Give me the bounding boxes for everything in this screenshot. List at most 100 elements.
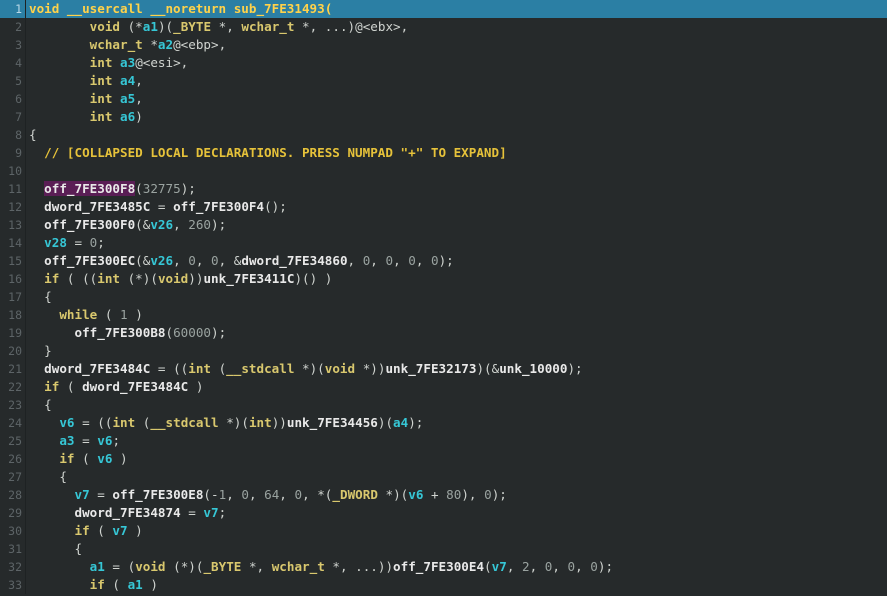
code-line[interactable]: 19 off_7FE300B8(60000); [0,324,887,342]
code-line[interactable]: 4 int a3@<esi>, [0,54,887,72]
gutter-separator [25,252,26,270]
gutter-separator [25,36,26,54]
code-text: v28 = 0; [29,234,105,252]
code-line[interactable]: 32 a1 = (void (*)(_BYTE *, wchar_t *, ..… [0,558,887,576]
pseudocode-editor[interactable]: 1 void __usercall __noreturn sub_7FE31493… [0,0,887,596]
code-token: { [29,289,52,304]
code-token: 60000 [173,325,212,340]
code-line[interactable]: 20 } [0,342,887,360]
code-text: { [29,288,52,306]
code-token: )) [271,415,287,430]
code-line[interactable]: 31 { [0,540,887,558]
code-token: = (( [74,415,113,430]
code-token: { [29,469,67,484]
code-token: 260 [188,217,212,232]
code-lines: 1 void __usercall __noreturn sub_7FE31493… [0,0,887,594]
code-token: *)) [355,361,386,376]
code-text: { [29,540,82,558]
gutter-separator [25,342,26,360]
code-line[interactable]: 9 // [COLLAPSED LOCAL DECLARATIONS. PRES… [0,144,887,162]
code-token: int [112,415,136,430]
code-line[interactable]: 8{ [0,126,887,144]
code-token: ); [597,559,614,574]
code-token: , [173,217,189,232]
code-line[interactable]: 6 int a5, [0,90,887,108]
code-line[interactable]: 17 { [0,288,887,306]
code-token: ) [127,307,143,322]
code-line[interactable]: 15 off_7FE300EC(&v26, 0, 0, &dword_7FE34… [0,252,887,270]
code-token: ; [97,235,105,250]
code-token: , [552,559,568,574]
code-line[interactable]: 28 v7 = off_7FE300E8(-1, 0, 64, 0, *(_DW… [0,486,887,504]
code-line[interactable]: 2 void (*a1)(_BYTE *, wchar_t *, ...)@<e… [0,18,887,36]
code-line[interactable]: 7 int a6) [0,108,887,126]
line-number: 4 [15,56,22,70]
code-line[interactable]: 3 wchar_t *a2@<ebp>, [0,36,887,54]
code-token: wchar_t [271,559,325,574]
code-line[interactable]: 33 if ( a1 ) [0,576,887,594]
code-token: v26 [150,217,174,232]
code-token: ); [408,415,424,430]
gutter-separator [25,486,26,504]
code-text: void __usercall __noreturn sub_7FE31493( [29,0,332,18]
code-token: a4 [120,73,136,88]
code-token: v26 [150,253,174,268]
code-line[interactable]: 11 off_7FE300F8(32775); [0,180,887,198]
code-token: ); [211,217,227,232]
code-token: 0 [484,487,492,502]
line-number: 28 [8,488,22,502]
code-line[interactable]: 22 if ( dword_7FE3484C ) [0,378,887,396]
code-line[interactable]: 13 off_7FE300F0(&v26, 260); [0,216,887,234]
code-token: void [157,271,189,286]
code-text: void (*a1)(_BYTE *, wchar_t *, ...)@<ebx… [29,18,409,36]
code-line[interactable]: 16 if ( ((int (*)(void))unk_7FE3411C)() … [0,270,887,288]
code-line[interactable]: 23 { [0,396,887,414]
code-token: __stdcall [226,361,295,376]
code-token: unk_10000 [499,361,568,376]
code-line[interactable]: 14 v28 = 0; [0,234,887,252]
code-line[interactable]: 25 a3 = v6; [0,432,887,450]
code-token: , [173,253,189,268]
code-line[interactable]: 1 void __usercall __noreturn sub_7FE31493… [0,0,887,18]
code-line[interactable]: 30 if ( v7 ) [0,522,887,540]
code-line[interactable]: 5 int a4, [0,72,887,90]
code-token: { [29,127,37,142]
code-token: , [415,253,431,268]
code-line[interactable]: 26 if ( v6 ) [0,450,887,468]
code-line[interactable]: 10 [0,162,887,180]
code-line[interactable]: 27 { [0,468,887,486]
line-number: 25 [8,434,22,448]
code-line[interactable]: 24 v6 = ((int (__stdcall *)(int))unk_7FE… [0,414,887,432]
code-line[interactable]: 29 dword_7FE34874 = v7; [0,504,887,522]
code-token: ) [112,451,128,466]
code-token: 80 [446,487,462,502]
code-token: int [188,361,211,376]
code-token: ( [484,559,492,574]
code-token: v6 [408,487,424,502]
line-number: 12 [8,200,22,214]
code-token: void [89,19,121,34]
code-token: if [74,523,90,538]
code-token: { [29,541,83,556]
code-text: off_7FE300B8(60000); [29,324,227,342]
code-token: off_7FE300F8 [44,181,136,196]
gutter-separator [25,234,26,252]
code-line[interactable]: 18 while ( 1 ) [0,306,887,324]
line-number: 1 [15,2,22,16]
code-token: v28 [44,235,67,250]
line-number: 5 [15,74,22,88]
code-token: , [135,91,143,106]
code-token: ); [211,325,227,340]
code-token: _DWORD [332,487,378,502]
code-line[interactable]: 21 dword_7FE3484C = ((int (__stdcall *)(… [0,360,887,378]
code-line[interactable]: 12 dword_7FE3485C = off_7FE300F4(); [0,198,887,216]
code-token: *)( [218,415,249,430]
code-token: dword_7FE34860 [241,253,348,268]
code-text: dword_7FE3484C = ((int (__stdcall *)(voi… [29,360,582,378]
